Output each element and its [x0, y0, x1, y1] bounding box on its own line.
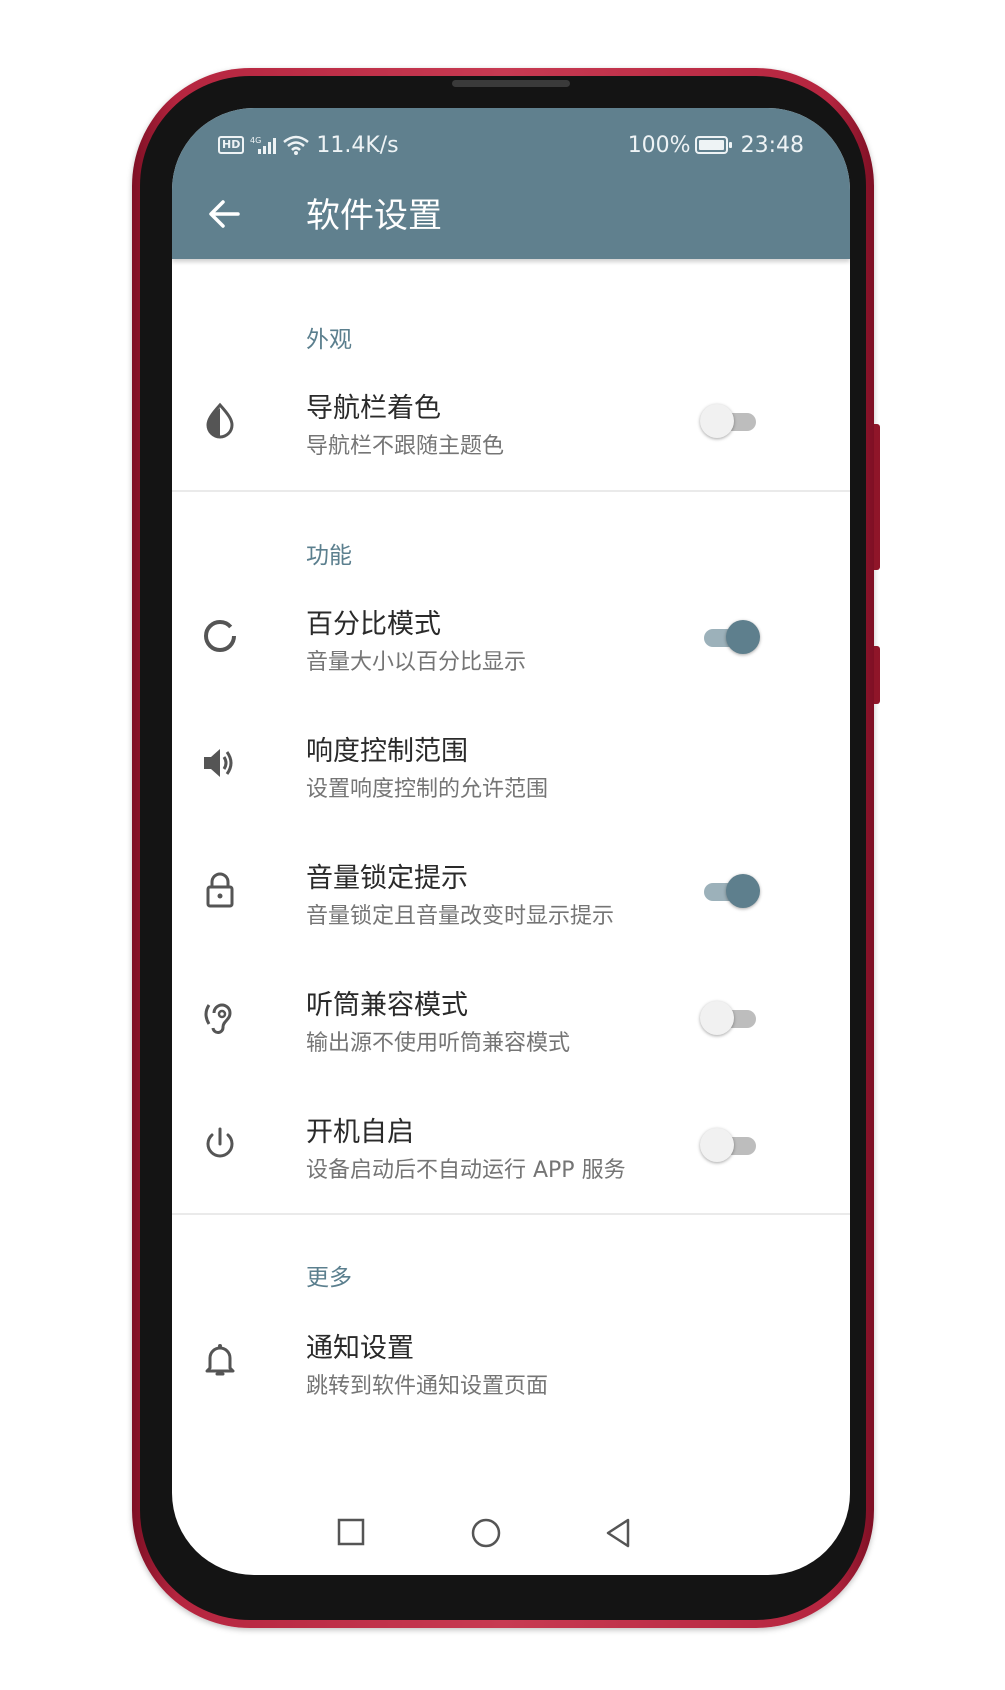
- setting-title: 响度控制范围: [306, 736, 468, 767]
- autostart-toggle[interactable]: [700, 1128, 760, 1164]
- lock-icon: [206, 872, 234, 908]
- setting-subtitle: 导航栏不跟随主题色: [306, 434, 505, 459]
- setting-subtitle: 音量大小以百分比显示: [306, 650, 527, 675]
- back-arrow-icon[interactable]: [204, 194, 244, 234]
- status-right: 100% 23:48: [628, 130, 804, 160]
- setting-subtitle: 设置响度控制的允许范围: [306, 777, 549, 802]
- setting-subtitle: 跳转到软件通知设置页面: [306, 1374, 549, 1399]
- setting-nav-bar-color[interactable]: 导航栏着色 导航栏不跟随主题色: [172, 362, 850, 482]
- setting-title: 音量锁定提示: [306, 863, 468, 894]
- percent-mode-toggle[interactable]: [700, 620, 760, 656]
- setting-percent-mode[interactable]: 百分比模式 音量大小以百分比显示: [172, 578, 850, 698]
- volume-lock-hint-toggle[interactable]: [700, 874, 760, 910]
- setting-earpiece-mode[interactable]: 听筒兼容模式 输出源不使用听筒兼容模式: [172, 959, 850, 1079]
- divider: [172, 1213, 850, 1215]
- battery-icon: [694, 136, 732, 154]
- nav-bar-color-toggle[interactable]: [700, 404, 760, 440]
- speaker-icon: [204, 749, 233, 777]
- setting-autostart[interactable]: 开机自启 设备启动后不自动运行 APP 服务: [172, 1086, 850, 1206]
- earpiece-mode-toggle[interactable]: [700, 1001, 760, 1037]
- setting-title: 百分比模式: [306, 609, 441, 640]
- app-bar: HD 4G 11.4K/s 100% 23:48 软件设置: [172, 108, 850, 259]
- phone-bezel: HD 4G 11.4K/s 100% 23:48 软件设置 外观 导航栏着色 导…: [140, 76, 866, 1620]
- wifi-icon: [283, 135, 310, 155]
- cell-signal-icon: 4G: [250, 136, 277, 154]
- system-nav-bar: [172, 1503, 850, 1565]
- setting-title: 开机自启: [306, 1117, 414, 1148]
- section-header-more: 更多: [306, 1265, 352, 1291]
- power-icon: [206, 1127, 234, 1158]
- power-button: [874, 646, 880, 704]
- setting-title: 听筒兼容模式: [306, 990, 468, 1021]
- setting-subtitle: 音量锁定且音量改变时显示提示: [306, 904, 615, 929]
- signal-label: 4G: [250, 136, 261, 145]
- setting-volume-lock-hint[interactable]: 音量锁定提示 音量锁定且音量改变时显示提示: [172, 832, 850, 952]
- setting-subtitle: 设备启动后不自动运行 APP 服务: [306, 1158, 626, 1183]
- phone-frame: HD 4G 11.4K/s 100% 23:48 软件设置 外观 导航栏着色 导…: [132, 68, 880, 1628]
- setting-title: 导航栏着色: [306, 393, 441, 424]
- phone-screen: HD 4G 11.4K/s 100% 23:48 软件设置 外观 导航栏着色 导…: [172, 108, 850, 1575]
- battery-percent: 100%: [627, 132, 691, 158]
- earpiece: [452, 80, 570, 87]
- back-triangle-icon[interactable]: [604, 1517, 634, 1549]
- recents-square-icon[interactable]: [336, 1517, 366, 1547]
- setting-loudness-range[interactable]: 响度控制范围 设置响度控制的允许范围: [172, 705, 850, 825]
- ear-icon: [204, 1003, 232, 1035]
- section-header-features: 功能: [306, 543, 352, 569]
- network-speed: 11.4K/s: [316, 132, 399, 158]
- contrast-drop-icon: [206, 402, 234, 439]
- status-left: HD 4G 11.4K/s: [218, 130, 399, 160]
- setting-notification[interactable]: 通知设置 跳转到软件通知设置页面: [172, 1302, 850, 1422]
- clock: 23:48: [740, 132, 804, 158]
- setting-title: 通知设置: [306, 1333, 414, 1364]
- home-circle-icon[interactable]: [470, 1517, 502, 1549]
- page-title: 软件设置: [306, 196, 442, 236]
- volume-button: [874, 424, 880, 570]
- divider: [172, 490, 850, 492]
- setting-subtitle: 输出源不使用听筒兼容模式: [306, 1031, 571, 1056]
- hd-badge: HD: [218, 136, 245, 154]
- percent-ring-icon: [204, 620, 236, 652]
- bell-icon: [205, 1344, 235, 1376]
- section-header-appearance: 外观: [306, 327, 352, 353]
